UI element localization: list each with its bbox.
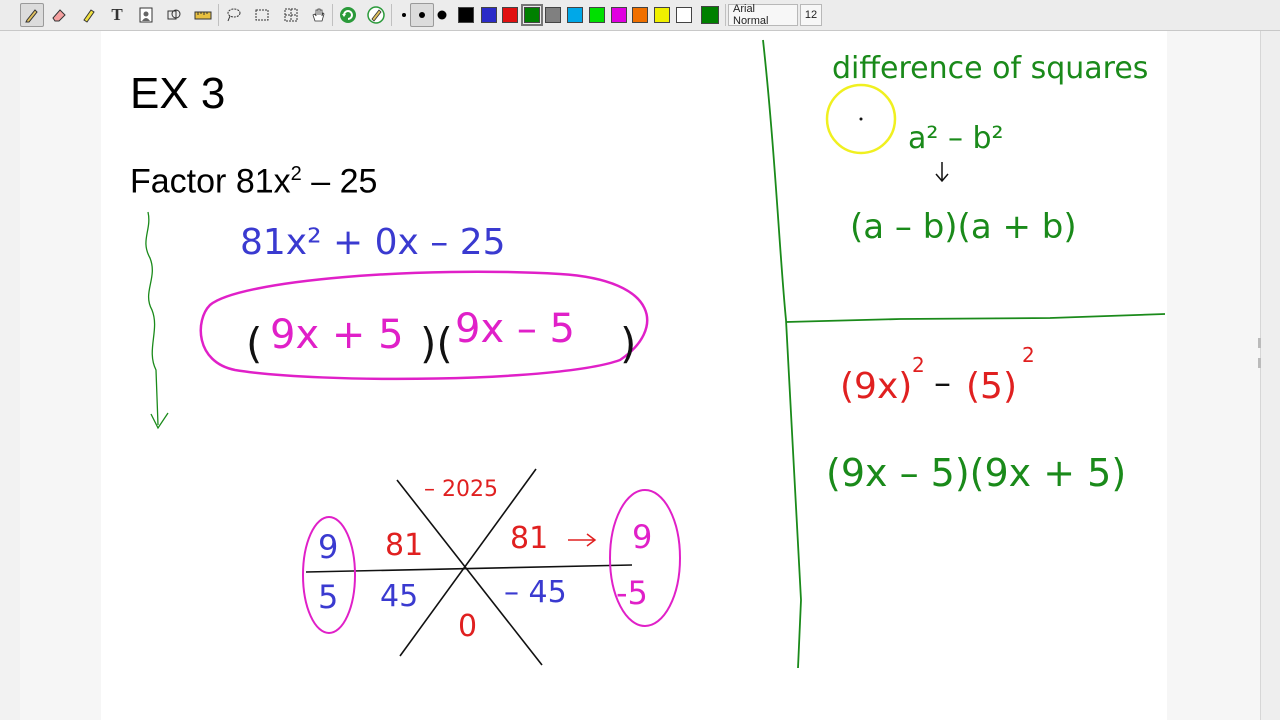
cursor-dot: [859, 117, 863, 121]
x-box-left-bottom: 45: [380, 579, 418, 614]
applied-factored: (9x – 5)(9x + 5): [826, 451, 1126, 495]
applied-base-1: (9x): [840, 366, 912, 407]
formula: a² – b²: [908, 121, 1004, 156]
arrow-right-icon: [568, 533, 597, 547]
formula-factored: (a – b)(a + b): [850, 207, 1077, 247]
answer-factor-1: 9x + 5: [270, 312, 404, 358]
x-box-product: – 2025: [424, 477, 498, 502]
left-factor-top: 9: [318, 528, 338, 566]
x-box-right-bottom: – 45: [504, 575, 567, 610]
answer-paren: )(: [420, 319, 453, 368]
answer-paren: (: [246, 319, 262, 368]
flow-arrow-head: [150, 412, 169, 430]
left-factor-bottom: 5: [318, 578, 338, 616]
applied-minus: –: [934, 363, 951, 403]
flow-arrow: [145, 211, 159, 426]
applied-base-2: (5): [966, 366, 1017, 407]
right-factor-top: 9: [632, 518, 652, 556]
arrow-down-icon: [935, 162, 949, 183]
x-box-left-top: 81: [385, 528, 423, 563]
notes-divider-vertical: [762, 39, 802, 669]
notes-title: difference of squares: [832, 51, 1148, 86]
x-box-right-top: 81: [510, 521, 548, 556]
notes-divider-horizontal: [785, 313, 1166, 323]
right-factor-bottom: -5: [616, 574, 648, 612]
ink-layer: 81x² + 0x – 25 ( 9x + 5 )( 9x – 5 ) – 20…: [145, 39, 1166, 669]
answer-paren: ): [620, 319, 636, 368]
x-box-sum: 0: [458, 609, 477, 644]
answer-factor-2: 9x – 5: [455, 306, 575, 352]
applied-exponent-2: 2: [1022, 343, 1035, 367]
applied-exponent-1: 2: [912, 353, 925, 377]
standard-form: 81x² + 0x – 25: [240, 222, 506, 263]
